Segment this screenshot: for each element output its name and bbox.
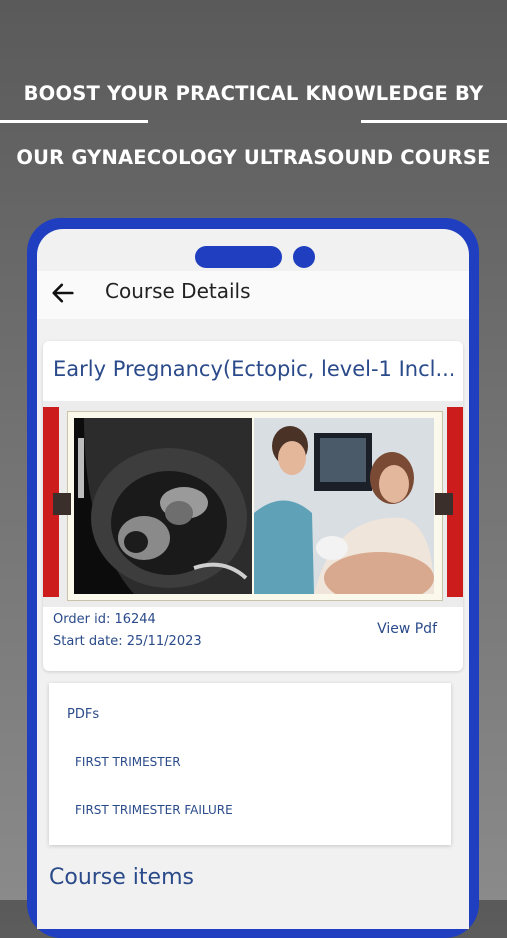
pdfs-card: PDFs FIRST TRIMESTER FIRST TRIMESTER FAI…: [49, 683, 451, 845]
phone-screen: Course Details Early Pregnancy(Ectopic, …: [37, 229, 469, 929]
banner-image-frame: [67, 411, 443, 601]
order-id: Order id: 16244: [53, 612, 156, 627]
divider-right: [361, 120, 507, 123]
start-date: Start date: 25/11/2023: [53, 634, 202, 649]
banner-left-tab: [53, 493, 71, 515]
course-card: Early Pregnancy(Ectopic, level-1 Incl...: [43, 341, 463, 671]
promo-headline-line2: OUR GYNAECOLOGY ULTRASOUND COURSE: [16, 146, 491, 169]
arrow-left-icon[interactable]: [49, 279, 77, 307]
promo-headline-line1: BOOST YOUR PRACTICAL KNOWLEDGE BY: [23, 82, 484, 105]
page-title: Course Details: [105, 279, 251, 303]
app-bar: Course Details: [37, 271, 469, 319]
banner-right-tab: [435, 493, 453, 515]
course-banner: [43, 401, 463, 607]
course-items-heading: Course items: [49, 865, 194, 890]
doctor-patient-photo: [254, 418, 434, 594]
view-pdf-link[interactable]: View Pdf: [377, 621, 437, 637]
pdf-item-first-trimester-failure[interactable]: FIRST TRIMESTER FAILURE: [75, 803, 233, 817]
pdf-item-first-trimester[interactable]: FIRST TRIMESTER: [75, 755, 181, 769]
divider-left: [0, 120, 148, 123]
pdfs-section-label: PDFs: [67, 707, 100, 722]
camera-dot: [293, 246, 315, 268]
course-title: Early Pregnancy(Ectopic, level-1 Incl...: [53, 357, 453, 381]
camera-notch: [195, 246, 282, 268]
ultrasound-image: [74, 418, 252, 594]
